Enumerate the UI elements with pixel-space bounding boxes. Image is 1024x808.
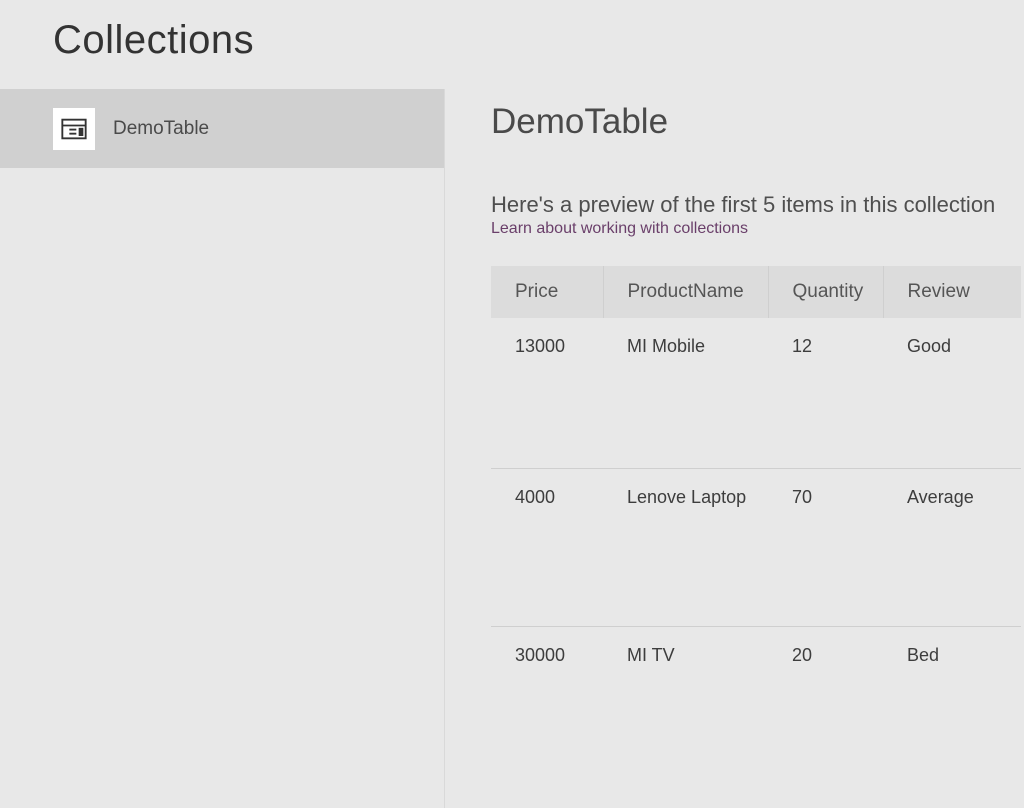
preview-description: Here's a preview of the first 5 items in… <box>491 192 1024 218</box>
sidebar-item-demotable[interactable]: DemoTable <box>0 89 444 168</box>
table-icon <box>53 108 95 150</box>
collection-title: DemoTable <box>491 102 1024 142</box>
cell-quantity: 20 <box>768 626 883 784</box>
cell-review: Bed <box>883 626 1021 784</box>
cell-quantity: 70 <box>768 468 883 626</box>
cell-productname: Lenove Laptop <box>603 468 768 626</box>
column-header-quantity[interactable]: Quantity <box>768 266 883 318</box>
page-title: Collections <box>53 18 1024 63</box>
table-row[interactable]: 30000 MI TV 20 Bed <box>491 626 1021 784</box>
body: DemoTable DemoTable Here's a preview of … <box>0 89 1024 808</box>
column-header-productname[interactable]: ProductName <box>603 266 768 318</box>
table-header-row: Price ProductName Quantity Review <box>491 266 1021 318</box>
learn-collections-link[interactable]: Learn about working with collections <box>491 220 748 238</box>
column-header-price[interactable]: Price <box>491 266 603 318</box>
cell-price: 4000 <box>491 468 603 626</box>
cell-review: Average <box>883 468 1021 626</box>
cell-productname: MI TV <box>603 626 768 784</box>
cell-quantity: 12 <box>768 318 883 468</box>
collections-sidebar: DemoTable <box>0 89 445 808</box>
table-row[interactable]: 4000 Lenove Laptop 70 Average <box>491 468 1021 626</box>
column-header-review[interactable]: Review <box>883 266 1021 318</box>
preview-table-wrap: Price ProductName Quantity Review 13000 … <box>491 266 1021 784</box>
sidebar-item-label: DemoTable <box>113 118 209 140</box>
cell-productname: MI Mobile <box>603 318 768 468</box>
preview-table: Price ProductName Quantity Review 13000 … <box>491 266 1021 784</box>
table-row[interactable]: 13000 MI Mobile 12 Good <box>491 318 1021 468</box>
page-header: Collections <box>0 0 1024 89</box>
main-panel: DemoTable Here's a preview of the first … <box>445 89 1024 808</box>
cell-price: 13000 <box>491 318 603 468</box>
cell-price: 30000 <box>491 626 603 784</box>
collections-page: Collections DemoTable DemoTable Here <box>0 0 1024 808</box>
cell-review: Good <box>883 318 1021 468</box>
